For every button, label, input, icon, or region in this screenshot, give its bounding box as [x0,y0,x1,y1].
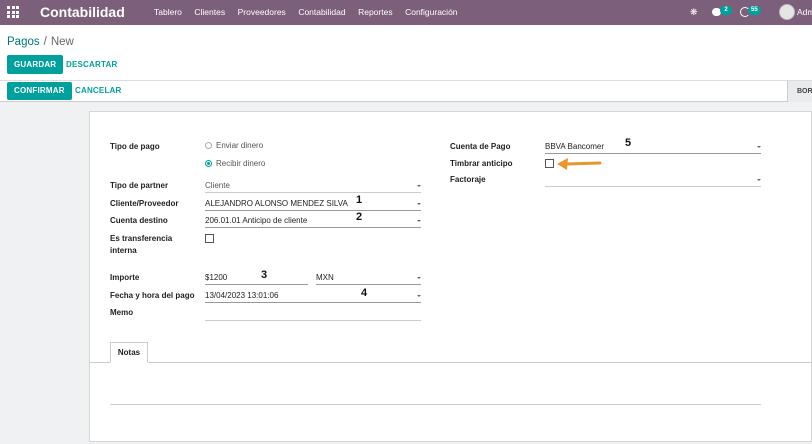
stage-draft[interactable]: BOR [787,81,812,102]
internal-transfer-checkbox[interactable] [205,234,214,243]
payment-account-label: Cuenta de Pago [450,142,511,151]
memo-input[interactable] [205,320,421,321]
cancel-button[interactable]: CANCELAR [75,82,122,100]
messages-badge: 2 [720,6,732,15]
app-brand[interactable]: Contabilidad [40,4,125,20]
annotation-number-4: 4 [361,287,368,299]
currency-underline [316,284,421,285]
bug-icon[interactable]: ❋ [690,7,698,18]
main-menu: Tablero Clientes Proveedores Contabilida… [154,7,470,17]
save-button[interactable]: GUARDAR [7,55,64,74]
stamp-advance-checkbox[interactable] [545,159,554,168]
amount-label: Importe [110,273,140,282]
dest-account-underline [205,227,421,228]
partner-type-select[interactable]: Cliente [205,181,230,190]
dest-account-input[interactable]: 206.01.01 Anticipo de cliente [205,216,307,225]
stamp-advance-label: Timbrar anticipo [450,159,513,168]
payment-account-underline [545,153,761,154]
annotation-number-1: 1 [356,194,363,206]
date-underline [205,302,421,303]
arrow-left-icon [557,158,602,170]
menu-item-reportes[interactable]: Reportes [358,7,393,17]
radio-send-money-label[interactable]: Enviar dinero [216,141,263,150]
apps-grid-icon[interactable] [7,6,19,18]
partner-underline [205,210,421,211]
notebook-divider [90,362,812,363]
annotation-number-3: 3 [261,269,268,281]
user-name[interactable]: Adm [797,7,812,17]
breadcrumb-current: New [50,36,74,48]
status-bar: CONFIRMAR CANCELAR BOR [0,81,812,102]
confirm-button[interactable]: CONFIRMAR [7,82,72,100]
factoring-select[interactable] [545,186,761,187]
partner-type-label: Tipo de partner [110,181,169,190]
partner-label: Cliente/Proveedor [110,199,179,208]
payment-account-select[interactable]: BBVA Bancomer [545,142,604,151]
internal-transfer-label-2: interna [110,246,137,255]
chevron-down-icon[interactable] [417,203,421,205]
control-panel: Pagos / New GUARDAR DESCARTAR [0,25,812,81]
payment-type-label: Tipo de pago [110,142,160,151]
chevron-down-icon[interactable] [417,295,421,297]
menu-item-contabilidad[interactable]: Contabilidad [298,7,345,17]
form-sheet: Tipo de pago Enviar dinero Recibir diner… [89,111,812,442]
dest-account-label: Cuenta destino [110,216,168,225]
chevron-down-icon[interactable] [417,277,421,279]
chevron-down-icon[interactable] [417,185,421,187]
menu-item-proveedores[interactable]: Proveedores [238,7,286,17]
menu-item-configuracion[interactable]: Configuración [405,7,457,17]
chevron-down-icon[interactable] [417,220,421,222]
tab-notas[interactable]: Notas [110,342,148,363]
currency-select[interactable]: MXN [316,273,334,282]
notes-input[interactable] [110,404,761,405]
menu-item-clientes[interactable]: Clientes [194,7,225,17]
memo-label: Memo [110,308,134,317]
breadcrumb: Pagos / New [7,36,74,48]
amount-input[interactable]: $1200 [205,273,227,282]
partner-input[interactable]: ALEJANDRO ALONSO MENDEZ SILVA [205,199,348,208]
annotation-number-2: 2 [356,211,363,223]
breadcrumb-separator: / [43,36,47,48]
chevron-down-icon[interactable] [757,179,761,181]
date-input[interactable]: 13/04/2023 13:01:06 [205,291,278,300]
amount-underline [205,284,308,285]
radio-receive-money[interactable] [205,160,212,167]
activities-badge: 55 [748,6,761,15]
factoring-label: Factoraje [450,175,486,184]
chevron-down-icon[interactable] [757,146,761,148]
top-navbar: Contabilidad Tablero Clientes Proveedore… [0,0,812,25]
partner-type-underline [205,192,421,193]
user-avatar[interactable] [779,4,795,20]
discard-button[interactable]: DESCARTAR [66,55,117,74]
radio-receive-money-label[interactable]: Recibir dinero [216,159,265,168]
menu-item-tablero[interactable]: Tablero [154,7,182,17]
internal-transfer-label: Es transferencia [110,234,173,243]
date-label: Fecha y hora del pago [110,291,195,300]
breadcrumb-pagos[interactable]: Pagos [7,36,40,48]
annotation-number-5: 5 [625,137,632,149]
radio-send-money[interactable] [205,142,212,149]
